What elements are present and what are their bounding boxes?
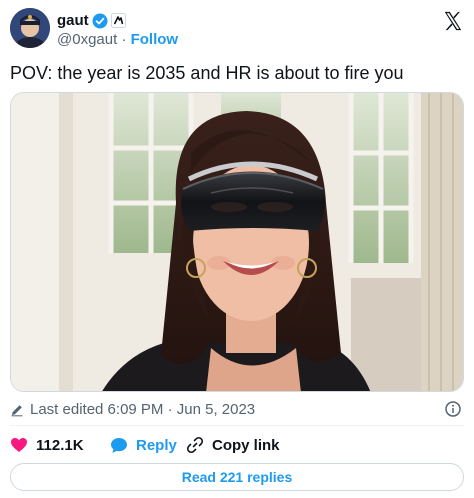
avatar-image <box>10 8 50 48</box>
info-icon[interactable] <box>445 401 461 417</box>
tweet-media[interactable] <box>10 92 464 392</box>
affiliate-badge-icon <box>110 13 126 28</box>
like-count: 112.1K <box>36 436 84 454</box>
read-replies-label: Read 221 replies <box>181 469 293 485</box>
x-logo-icon[interactable] <box>442 10 464 32</box>
edited-timestamp[interactable]: Last edited 6:09 PM · Jun 5, 2023 <box>10 401 255 418</box>
divider <box>10 425 464 426</box>
like-button[interactable]: 112.1K <box>10 437 110 454</box>
author-name-row[interactable]: gaut <box>57 12 126 29</box>
author-handle-row: @0xgaut · Follow <box>57 31 178 48</box>
reply-button[interactable]: Reply <box>110 437 186 454</box>
media-photo <box>11 93 463 391</box>
handle-separator: · <box>121 31 127 48</box>
pencil-icon <box>11 404 23 416</box>
copy-link-label: Copy link <box>212 436 280 454</box>
link-icon <box>186 436 204 454</box>
follow-button[interactable]: Follow <box>131 31 179 48</box>
author-name[interactable]: gaut <box>57 12 89 29</box>
tweet-text: POV: the year is 2035 and HR is about to… <box>10 63 404 83</box>
avatar[interactable] <box>10 8 50 48</box>
heart-icon <box>11 438 27 452</box>
speech-bubble-icon <box>111 437 127 453</box>
verified-badge-icon <box>92 13 108 28</box>
reply-label: Reply <box>136 436 177 454</box>
read-replies-button[interactable]: Read 221 replies <box>10 463 464 491</box>
action-bar: 112.1K Reply Copy link <box>10 436 280 454</box>
copy-link-button[interactable]: Copy link <box>186 436 280 454</box>
edited-label: Last edited 6:09 PM · Jun 5, 2023 <box>30 401 256 418</box>
author-handle[interactable]: @0xgaut <box>57 31 117 48</box>
